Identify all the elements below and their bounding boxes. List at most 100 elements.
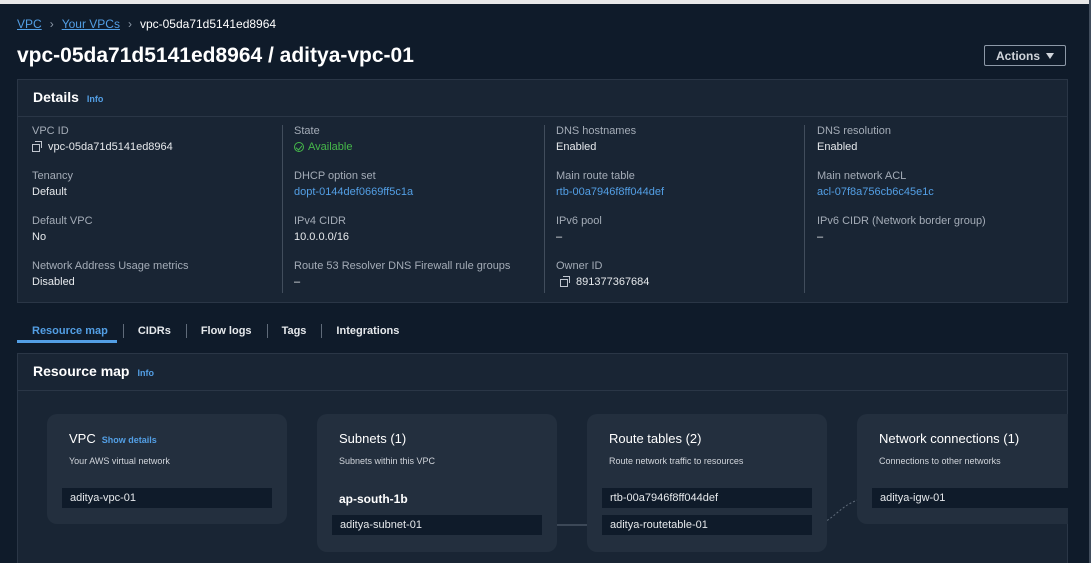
field-label: Owner ID (556, 260, 603, 272)
actions-button[interactable]: Actions (984, 45, 1066, 66)
resource-map-header: Resource map Info (33, 363, 154, 379)
field-value: Enabled (556, 141, 597, 153)
state-value: Available (308, 141, 353, 153)
field-label: DNS resolution (817, 125, 891, 137)
field-main-route-table: Main route table rtb-00a7946f8ff044def (556, 170, 664, 215)
column-divider (282, 125, 283, 293)
field-state: State Available (294, 125, 510, 170)
field-ipv6-pool: IPv6 pool – (556, 215, 664, 260)
field-value: 10.0.0.0/16 (294, 231, 350, 243)
network-card-subtitle: Connections to other networks (879, 456, 1001, 466)
owner-id-value: 891377367684 (576, 276, 650, 288)
details-panel: Details Info VPC ID vpc-05da71d5141ed896… (17, 79, 1068, 303)
subnets-card: Subnets (1) Subnets within this VPC ap-s… (317, 414, 557, 552)
field-value: – (294, 276, 301, 288)
field-value: Default (32, 186, 67, 198)
field-value: Disabled (32, 276, 75, 288)
breadcrumb: VPC › Your VPCs › vpc-05da71d5141ed8964 (17, 17, 276, 31)
main-acl-link[interactable]: acl-07f8a756cb6c45e1c (817, 186, 986, 198)
route-table-item[interactable]: aditya-routetable-01 (602, 515, 812, 535)
field-vpc-id: VPC ID vpc-05da71d5141ed8964 (32, 125, 189, 170)
field-dhcp: DHCP option set dopt-0144def0669ff5c1a (294, 170, 510, 215)
main-route-table-link[interactable]: rtb-00a7946f8ff044def (556, 186, 664, 198)
field-value: No (32, 231, 47, 243)
availability-zone-label: ap-south-1b (339, 492, 408, 506)
divider (18, 390, 1067, 391)
field-label: Default VPC (32, 215, 93, 227)
dhcp-link[interactable]: dopt-0144def0669ff5c1a (294, 186, 510, 198)
field-label: VPC ID (32, 125, 69, 137)
subnet-resource-item[interactable]: aditya-subnet-01 (332, 515, 542, 535)
details-column-3: DNS hostnames Enabled Main route table r… (556, 125, 664, 305)
details-column-1: VPC ID vpc-05da71d5141ed8964 Tenancy Def… (32, 125, 189, 305)
show-details-link[interactable]: Show details (102, 435, 157, 445)
resource-map-title: Resource map (33, 363, 130, 379)
column-divider (804, 125, 805, 293)
tab-integrations[interactable]: Integrations (321, 322, 414, 340)
subnets-card-title: Subnets (1) (339, 431, 407, 446)
vpc-id-value: vpc-05da71d5141ed8964 (48, 141, 173, 153)
resource-map-info-link[interactable]: Info (137, 368, 154, 378)
caret-down-icon (1046, 52, 1054, 59)
field-ipv4-cidr: IPv4 CIDR 10.0.0.0/16 (294, 215, 510, 260)
field-value: – (817, 231, 824, 243)
field-dns-resolution: DNS resolution Enabled (817, 125, 986, 170)
field-label: DNS hostnames (556, 125, 637, 137)
field-label: State (294, 125, 320, 137)
route-tables-card-subtitle: Route network traffic to resources (609, 456, 744, 466)
field-value: – (556, 231, 563, 243)
field-value: Available (294, 141, 510, 153)
chevron-right-icon: › (49, 17, 54, 31)
tab-flow-logs[interactable]: Flow logs (185, 322, 267, 340)
active-tab-indicator (17, 340, 117, 343)
breadcrumb-vpc[interactable]: VPC (17, 17, 42, 31)
field-label: IPv6 pool (556, 215, 602, 227)
field-ipv6-cidr: IPv6 CIDR (Network border group) – (817, 215, 986, 260)
tab-cidrs[interactable]: CIDRs (122, 322, 186, 340)
details-column-4: DNS resolution Enabled Main network ACL … (817, 125, 986, 260)
vpc-card-title: VPC Show details (69, 431, 157, 446)
igw-resource-item[interactable]: aditya-igw-01 (872, 488, 1068, 508)
check-circle-icon (294, 142, 304, 152)
vpc-card: VPC Show details Your AWS virtual networ… (47, 414, 287, 524)
field-main-acl: Main network ACL acl-07f8a756cb6c45e1c (817, 170, 986, 215)
field-dns-hostnames: DNS hostnames Enabled (556, 125, 664, 170)
copy-icon[interactable] (560, 276, 570, 287)
field-owner-id: Owner ID 891377367684 (556, 260, 664, 305)
field-value: vpc-05da71d5141ed8964 (32, 141, 189, 153)
route-tables-card-title: Route tables (2) (609, 431, 702, 446)
page-title: vpc-05da71d5141ed8964 / aditya-vpc-01 (17, 44, 414, 67)
divider (18, 116, 1067, 117)
top-border (0, 0, 1091, 4)
subnets-card-subtitle: Subnets within this VPC (339, 456, 436, 466)
details-info-link[interactable]: Info (87, 94, 104, 104)
breadcrumb-current: vpc-05da71d5141ed8964 (139, 17, 277, 31)
actions-label: Actions (995, 48, 1040, 63)
field-label: IPv4 CIDR (294, 215, 346, 227)
field-route53: Route 53 Resolver DNS Firewall rule grou… (294, 260, 510, 305)
column-divider (544, 125, 545, 293)
chevron-right-icon: › (127, 17, 132, 31)
network-connections-card: Network connections (1) Connections to o… (857, 414, 1068, 524)
field-default-vpc: Default VPC No (32, 215, 189, 260)
details-header: Details Info (33, 89, 103, 105)
vpc-resource-item[interactable]: aditya-vpc-01 (62, 488, 272, 508)
network-card-title: Network connections (1) (879, 431, 1020, 446)
route-tables-card: Route tables (2) Route network traffic t… (587, 414, 827, 552)
route-table-item[interactable]: rtb-00a7946f8ff044def (602, 488, 812, 508)
field-label: Main network ACL (817, 170, 907, 182)
field-value: 891377367684 (556, 276, 664, 288)
breadcrumb-your-vpcs[interactable]: Your VPCs (62, 17, 120, 31)
vpc-card-subtitle: Your AWS virtual network (69, 456, 170, 466)
field-tenancy: Tenancy Default (32, 170, 189, 215)
copy-icon[interactable] (32, 141, 42, 152)
field-label: DHCP option set (294, 170, 376, 182)
tab-tags[interactable]: Tags (266, 322, 322, 340)
field-nau-metrics: Network Address Usage metrics Disabled (32, 260, 189, 305)
field-label: Tenancy (32, 170, 73, 182)
field-label: Route 53 Resolver DNS Firewall rule grou… (294, 260, 511, 272)
field-label: IPv6 CIDR (Network border group) (817, 215, 986, 227)
field-value: Enabled (817, 141, 858, 153)
tab-resource-map[interactable]: Resource map (17, 322, 123, 340)
details-title: Details (33, 89, 79, 105)
